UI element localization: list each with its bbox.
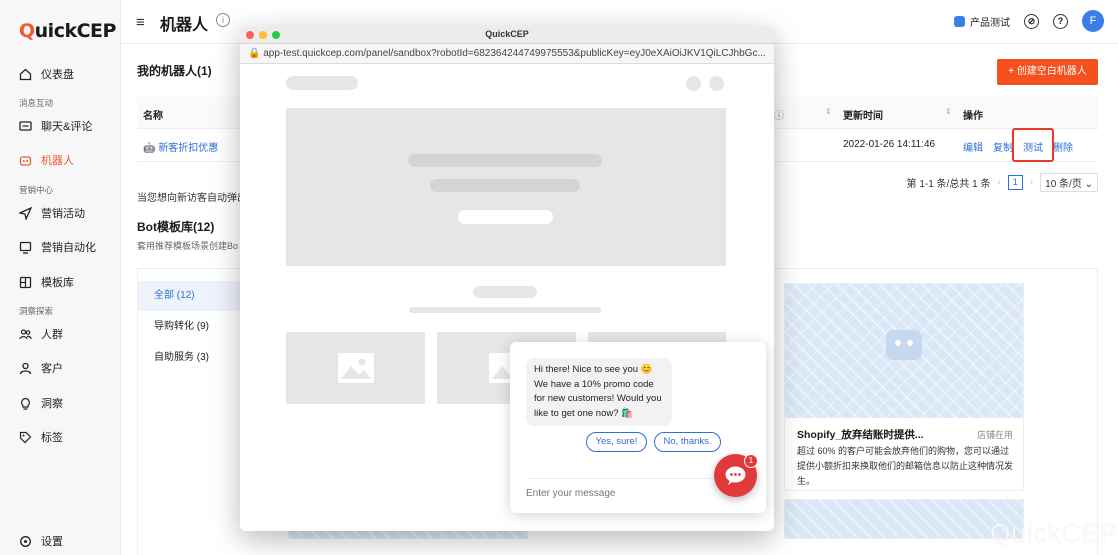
skeleton [408, 154, 602, 167]
unread-badge: 1 [744, 454, 758, 468]
sort-icon[interactable]: ⇕ [945, 107, 952, 116]
pager-summary: 第 1-1 条/总共 1 条 [906, 179, 991, 190]
info-icon[interactable]: i [216, 13, 230, 27]
page-size-select[interactable]: 10 条/页 ⌄ [1040, 173, 1098, 192]
group-icon [19, 328, 32, 341]
delete-link[interactable]: 删除 [1053, 139, 1073, 154]
skeleton [686, 76, 701, 91]
hint-text: 当您想向新访客自动弹出 [137, 193, 247, 204]
product-test-switch[interactable]: 产品测试 [954, 14, 1010, 29]
copy-link[interactable]: 复制 [993, 139, 1013, 154]
url-bar[interactable]: 🔒 app-test.quickcep.com/panel/sandbox?ro… [240, 44, 774, 64]
updated-time: 2022-01-26 14:11:46 [843, 139, 936, 150]
sidebar-item-settings[interactable]: 设置 [19, 530, 63, 552]
sidebar-item-campaigns[interactable]: 营销活动 [19, 202, 85, 224]
section-label: 消息互动 [19, 98, 54, 108]
reply-yes-button[interactable]: Yes, sure! [586, 432, 647, 452]
bot-message: Hi there! Nice to see you 😊 We have a 10… [526, 358, 672, 426]
skeleton [458, 210, 553, 224]
skeleton [409, 307, 601, 313]
sidebar-item-tags[interactable]: 标签 [19, 426, 63, 448]
chat-icon [19, 120, 32, 133]
sidebar-item-templates[interactable]: 模板库 [19, 271, 74, 293]
bulb-icon [19, 397, 32, 410]
card-description: 超过 60% 的客户可能会放弃他们的购物，您可以通过提供小额折扣来换取他们的邮箱… [797, 446, 1014, 486]
robot-icon [886, 330, 922, 360]
create-bot-button[interactable]: + 创建空白机器人 [997, 59, 1098, 85]
send-icon [19, 206, 32, 220]
pagination: 第 1-1 条/总共 1 条 ‹ 1 › 10 条/页 ⌄ [907, 173, 1098, 192]
skeleton [709, 76, 724, 91]
page-title: 机器人 [160, 17, 209, 34]
sidebar-item-robot[interactable]: 机器人 [19, 149, 74, 171]
help-icon[interactable]: ? [1053, 13, 1068, 29]
image-placeholder-icon [286, 332, 425, 404]
sidebar-item-insights[interactable]: 洞察 [19, 392, 63, 414]
automation-icon [19, 241, 32, 254]
sidebar-item-dashboard[interactable]: 仪表盘 [19, 63, 74, 85]
skeleton [286, 76, 358, 90]
sidebar: QuickCEP 仪表盘 消息互动 聊天&评论 机器人 营销中心 营销活动 营销… [0, 0, 121, 555]
test-action-highlight [1012, 128, 1054, 162]
quickcep-logo[interactable]: QuickCEP [19, 20, 116, 42]
template-card[interactable]: Shopify_放弃结账时提供... 店铺在用 超过 60% 的客户可能会放弃他… [784, 283, 1024, 491]
user-icon [19, 362, 32, 375]
page-number[interactable]: 1 [1007, 175, 1023, 190]
card-title: Shopify_放弃结账时提供... [797, 429, 924, 441]
sidebar-item-audience[interactable]: 人群 [19, 323, 63, 345]
column-name: 名称 [143, 111, 163, 122]
edit-link[interactable]: 编辑 [963, 139, 983, 154]
watermark: QuickCEP [990, 518, 1118, 548]
compass-icon[interactable]: ⊘ [1024, 13, 1039, 29]
avatar[interactable]: F [1082, 10, 1104, 32]
column-updated: 更新时间 [843, 111, 883, 122]
card-status-tag: 店铺在用 [976, 430, 1013, 440]
template-icon [19, 276, 32, 289]
skeleton [430, 179, 580, 192]
card-pattern [785, 284, 1023, 418]
section-label: 营销中心 [19, 185, 54, 195]
templates-title: Bot模板库(12) [137, 220, 215, 234]
window-titlebar: QuickCEP [240, 26, 774, 44]
sidebar-item-customers[interactable]: 客户 [19, 357, 63, 379]
next-page-icon[interactable]: › [1030, 177, 1033, 188]
sort-icon[interactable]: ⇕ [825, 107, 832, 116]
menu-toggle-icon[interactable]: ≡ [136, 14, 145, 31]
window-title: QuickCEP [485, 29, 529, 39]
section-label: 洞察探索 [19, 306, 54, 316]
robot-icon [19, 154, 32, 167]
skeleton [473, 286, 537, 298]
prev-page-icon[interactable]: ‹ [997, 177, 1000, 188]
lock-icon: 🔒 [248, 48, 264, 59]
bot-name-link[interactable]: 🤖 新客折扣优惠 [143, 139, 218, 154]
home-icon [19, 68, 32, 81]
reply-no-button[interactable]: No, thanks. [654, 432, 721, 452]
product-icon [954, 15, 965, 27]
templates-subtitle: 套用推荐模板场景创建Bo [137, 241, 239, 251]
tag-icon [19, 431, 32, 444]
gear-icon [19, 535, 32, 548]
sidebar-item-automation[interactable]: 营销自动化 [19, 236, 96, 258]
column-help-icon[interactable]: ⓘ [774, 107, 784, 122]
column-actions: 操作 [963, 111, 983, 122]
my-bots-title: 我的机器人(1) [137, 64, 212, 78]
chat-message-input[interactable] [526, 488, 696, 499]
template-card[interactable] [784, 499, 1024, 539]
sidebar-item-chat[interactable]: 聊天&评论 [19, 115, 92, 137]
